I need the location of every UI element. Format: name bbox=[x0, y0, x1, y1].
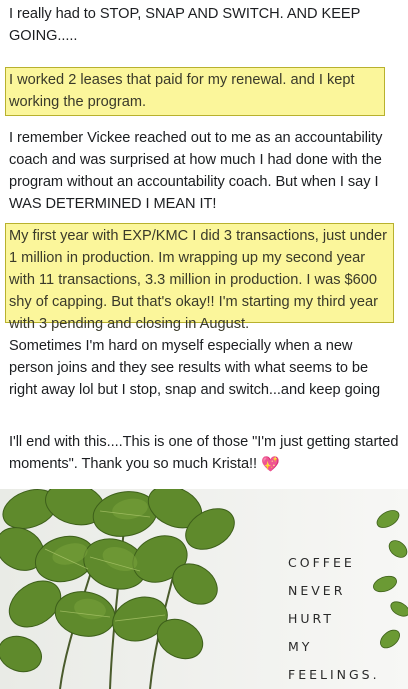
sign-line: COFFEE bbox=[288, 555, 355, 570]
sign-line: MY bbox=[288, 639, 313, 654]
highlighted-text: I worked 2 leases that paid for my renew… bbox=[9, 72, 355, 110]
letter-board-sign: COFFEE NEVER HURT MY FEELINGS. bbox=[288, 549, 406, 689]
highlighted-text: My first year with EXP/KMC I did 3 trans… bbox=[9, 228, 387, 332]
sign-line: NEVER bbox=[288, 583, 346, 598]
post-body: I really had to STOP, SNAP AND SWITCH. A… bbox=[0, 0, 408, 489]
post-paragraph: I'll end with this....This is one of tho… bbox=[9, 431, 399, 475]
post-paragraph: I remember Vickee reached out to me as a… bbox=[9, 130, 383, 212]
post-paragraph: I really had to STOP, SNAP AND SWITCH. A… bbox=[9, 6, 361, 44]
closing-text: I'll end with this....This is one of tho… bbox=[9, 434, 399, 472]
highlighted-block: I worked 2 leases that paid for my renew… bbox=[5, 67, 385, 116]
heart-icon: 💖 bbox=[261, 456, 280, 473]
sign-line: HURT bbox=[288, 611, 334, 626]
sign-line: FEELINGS. bbox=[288, 667, 380, 682]
post-paragraph: Sometimes I'm hard on myself especially … bbox=[9, 338, 381, 398]
highlighted-block: My first year with EXP/KMC I did 3 trans… bbox=[5, 223, 394, 332]
